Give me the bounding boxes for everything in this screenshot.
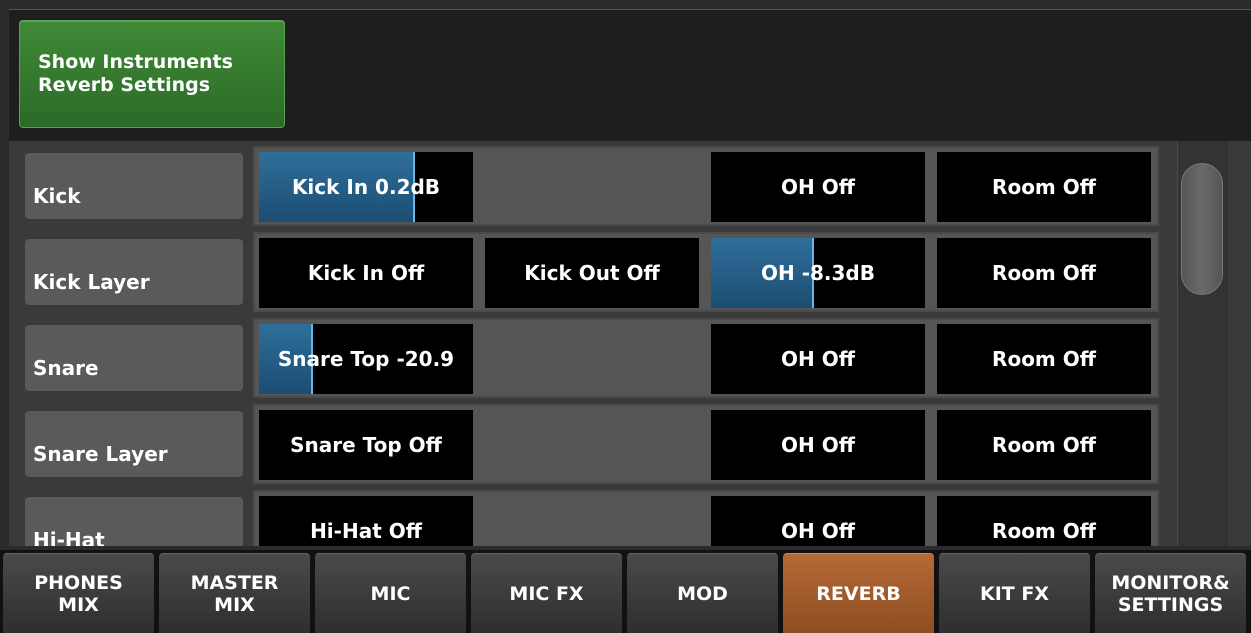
instrument-label[interactable]: Kick bbox=[25, 153, 243, 219]
empty-slot bbox=[485, 496, 699, 546]
instrument-name: Kick Layer bbox=[33, 270, 150, 294]
send-label: Snare Top -20.9 bbox=[277, 347, 455, 371]
reverb-send-button[interactable]: Room Off bbox=[937, 324, 1151, 394]
reverb-send-button[interactable]: OH Off bbox=[711, 152, 925, 222]
instrument-name: Kick bbox=[33, 184, 81, 208]
nav-tab[interactable]: MIC bbox=[315, 553, 466, 633]
reverb-send-button[interactable]: OH Off bbox=[711, 410, 925, 480]
reverb-send-button[interactable]: Kick In Off bbox=[259, 238, 473, 308]
bottom-nav: PHONES MIX MASTER MIX MIC MIC FX MOD REVERB KI… bbox=[0, 550, 1251, 633]
empty-slot bbox=[485, 410, 699, 480]
nav-tab-label: REVERB bbox=[816, 582, 901, 605]
instrument-label[interactable]: Snare Layer bbox=[25, 411, 243, 477]
reverb-send-button[interactable]: Snare Top -20.9 bbox=[259, 324, 473, 394]
instrument-label[interactable]: Kick Layer bbox=[25, 239, 243, 305]
show-reverb-settings-button[interactable]: Show Instruments Reverb Settings bbox=[19, 20, 285, 128]
reverb-send-button[interactable]: Room Off bbox=[937, 496, 1151, 546]
send-label: Kick In 0.2dB bbox=[291, 175, 441, 199]
instrument-label[interactable]: Snare bbox=[25, 325, 243, 391]
nav-tab[interactable]: KIT FX bbox=[939, 553, 1090, 633]
nav-tab-label: MONITOR& SETTINGS bbox=[1111, 571, 1230, 616]
instrument-row: Kick Kick In 0.2dB OH Off Room Off bbox=[9, 141, 1167, 227]
nav-tab[interactable]: PHONES MIX bbox=[3, 553, 154, 633]
instrument-label[interactable]: Hi-Hat bbox=[25, 497, 243, 546]
nav-tab-label: PHONES MIX bbox=[34, 571, 123, 616]
reverb-send-strip: Kick In 0.2dB OH Off Room Off bbox=[253, 146, 1159, 226]
nav-tab[interactable]: MONITOR& SETTINGS bbox=[1095, 553, 1246, 633]
instrument-row: Snare Snare Top -20.9 OH Off Room Off bbox=[9, 313, 1167, 399]
instrument-row: Kick Layer Kick In Off Kick Out Off OH -8.3… bbox=[9, 227, 1167, 313]
reverb-send-button[interactable]: OH Off bbox=[711, 496, 925, 546]
nav-tab-label: MOD bbox=[677, 582, 728, 605]
send-label: Room Off bbox=[992, 347, 1096, 371]
send-label: Room Off bbox=[992, 261, 1096, 285]
scrollbar-thumb[interactable] bbox=[1181, 163, 1223, 295]
header-bar: Show Instruments Reverb Settings bbox=[9, 9, 1251, 142]
reverb-send-button[interactable]: Room Off bbox=[937, 410, 1151, 480]
send-label: Kick Out Off bbox=[524, 261, 660, 285]
instrument-reverb-grid: Kick Kick In 0.2dB OH Off Room Off Kick Laye… bbox=[9, 141, 1251, 546]
send-label: OH -8.3dB bbox=[761, 261, 875, 285]
reverb-send-button[interactable]: OH -8.3dB bbox=[711, 238, 925, 308]
nav-tab[interactable]: MASTER MIX bbox=[159, 553, 310, 633]
instrument-name: Snare bbox=[33, 356, 99, 380]
reverb-send-button[interactable]: Kick Out Off bbox=[485, 238, 699, 308]
reverb-send-strip: Snare Top -20.9 OH Off Room Off bbox=[253, 318, 1159, 398]
reverb-send-strip: Hi-Hat Off OH Off Room Off bbox=[253, 490, 1159, 546]
show-reverb-settings-label: Show Instruments Reverb Settings bbox=[38, 51, 233, 96]
instrument-row: Snare Layer Snare Top Off OH Off Room Off bbox=[9, 399, 1167, 485]
send-label: OH Off bbox=[781, 433, 855, 457]
reverb-send-button[interactable]: Room Off bbox=[937, 238, 1151, 308]
nav-tab-label: MIC FX bbox=[509, 582, 584, 605]
send-label: OH Off bbox=[781, 347, 855, 371]
instrument-name: Snare Layer bbox=[33, 442, 168, 466]
instrument-name: Hi-Hat bbox=[33, 528, 105, 546]
send-label: OH Off bbox=[781, 175, 855, 199]
reverb-send-button[interactable]: Room Off bbox=[937, 152, 1151, 222]
send-label: Hi-Hat Off bbox=[310, 519, 422, 543]
nav-tab[interactable]: MIC FX bbox=[471, 553, 622, 633]
reverb-send-button[interactable]: Kick In 0.2dB bbox=[259, 152, 473, 222]
reverb-send-button[interactable]: Hi-Hat Off bbox=[259, 496, 473, 546]
empty-slot bbox=[485, 152, 699, 222]
instrument-row: Hi-Hat Hi-Hat Off OH Off Room Off bbox=[9, 485, 1167, 546]
send-label: Snare Top Off bbox=[290, 433, 442, 457]
nav-tab[interactable]: REVERB bbox=[783, 553, 934, 633]
send-label: Room Off bbox=[992, 175, 1096, 199]
nav-tab-label: MIC bbox=[370, 582, 411, 605]
send-label: Room Off bbox=[992, 519, 1096, 543]
send-label: OH Off bbox=[781, 519, 855, 543]
nav-tab[interactable]: MOD bbox=[627, 553, 778, 633]
nav-tab-label: KIT FX bbox=[980, 582, 1049, 605]
reverb-send-strip: Snare Top Off OH Off Room Off bbox=[253, 404, 1159, 484]
reverb-send-strip: Kick In Off Kick Out Off OH -8.3dB Room Off bbox=[253, 232, 1159, 312]
reverb-send-button[interactable]: OH Off bbox=[711, 324, 925, 394]
send-label: Room Off bbox=[992, 433, 1096, 457]
reverb-send-button[interactable]: Snare Top Off bbox=[259, 410, 473, 480]
nav-tab-label: MASTER MIX bbox=[190, 571, 279, 616]
send-label: Kick In Off bbox=[307, 261, 425, 285]
app-window: Show Instruments Reverb Settings Kick Kic… bbox=[0, 0, 1251, 633]
empty-slot bbox=[485, 324, 699, 394]
